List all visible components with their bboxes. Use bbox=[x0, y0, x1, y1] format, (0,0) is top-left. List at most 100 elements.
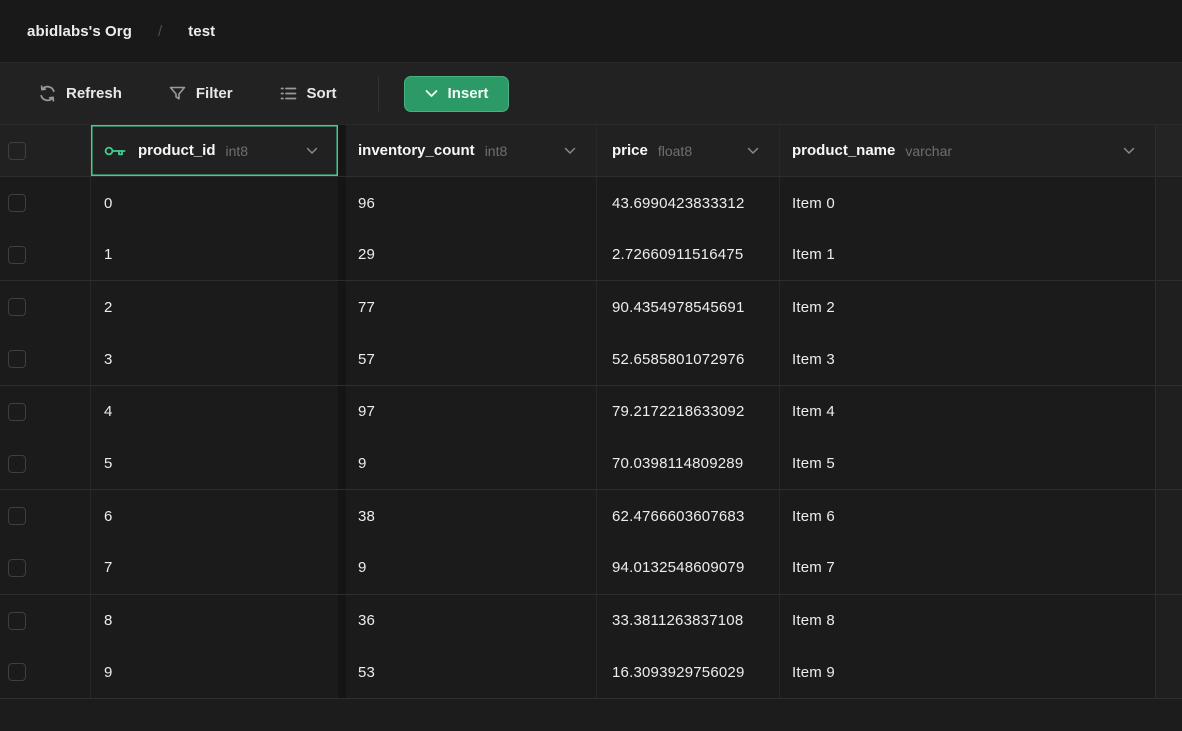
column-menu-chevron-icon[interactable] bbox=[564, 147, 596, 155]
row-select-cell bbox=[0, 647, 91, 698]
cell-product-name[interactable]: Item 4 bbox=[780, 386, 1155, 438]
insert-button[interactable]: Insert bbox=[404, 76, 510, 112]
row-checkbox[interactable] bbox=[8, 194, 26, 212]
refresh-icon bbox=[38, 84, 57, 103]
column-menu-chevron-icon[interactable] bbox=[747, 147, 779, 155]
cell-product-name[interactable]: Item 9 bbox=[780, 647, 1155, 698]
row-checkbox[interactable] bbox=[8, 559, 26, 577]
row-select-cell bbox=[0, 334, 91, 385]
cell-price[interactable]: 94.0132548609079 bbox=[597, 542, 780, 593]
cell-price[interactable]: 2.72660911516475 bbox=[597, 229, 780, 280]
cell-product-id[interactable]: 5 bbox=[91, 438, 338, 489]
row-checkbox[interactable] bbox=[8, 507, 26, 525]
cell-product-name[interactable]: Item 5 bbox=[780, 438, 1155, 489]
cell-inventory-count[interactable]: 57 bbox=[346, 334, 597, 385]
cell-price[interactable]: 52.6585801072976 bbox=[597, 334, 780, 385]
grid-empty-area bbox=[1155, 281, 1182, 333]
column-name: product_id bbox=[138, 142, 216, 159]
table-row: 2 77 90.4354978545691 Item 2 bbox=[0, 281, 1182, 333]
cell-inventory-count[interactable]: 9 bbox=[346, 438, 597, 489]
cell-product-name[interactable]: Item 2 bbox=[780, 281, 1155, 333]
column-resize-gap bbox=[338, 177, 346, 229]
cell-price[interactable]: 70.0398114809289 bbox=[597, 438, 780, 489]
column-header-inventory-count[interactable]: inventory_count int8 bbox=[346, 125, 597, 176]
data-grid: product_id int8 inventory_count int8 pri… bbox=[0, 125, 1182, 731]
row-select-cell bbox=[0, 438, 91, 489]
sort-button[interactable]: Sort bbox=[279, 84, 337, 103]
column-menu-chevron-icon[interactable] bbox=[1123, 147, 1155, 155]
column-menu-chevron-icon[interactable] bbox=[306, 147, 338, 155]
grid-empty-area bbox=[1155, 334, 1182, 385]
sort-label: Sort bbox=[307, 85, 337, 102]
column-resize-gap[interactable] bbox=[338, 125, 346, 176]
primary-key-icon bbox=[104, 143, 128, 159]
cell-inventory-count[interactable]: 36 bbox=[346, 595, 597, 647]
cell-product-id[interactable]: 7 bbox=[91, 542, 338, 593]
cell-price[interactable]: 43.6990423833312 bbox=[597, 177, 780, 229]
cell-product-id[interactable]: 8 bbox=[91, 595, 338, 647]
row-checkbox[interactable] bbox=[8, 663, 26, 681]
cell-inventory-count[interactable]: 38 bbox=[346, 490, 597, 542]
refresh-button[interactable]: Refresh bbox=[38, 84, 122, 103]
breadcrumb-table[interactable]: test bbox=[188, 23, 215, 40]
row-checkbox[interactable] bbox=[8, 350, 26, 368]
grid-body: 0 96 43.6990423833312 Item 0 1 29 2.7266… bbox=[0, 177, 1182, 699]
table-row: 8 36 33.3811263837108 Item 8 bbox=[0, 595, 1182, 647]
cell-product-name[interactable]: Item 3 bbox=[780, 334, 1155, 385]
filter-label: Filter bbox=[196, 85, 233, 102]
cell-product-id[interactable]: 9 bbox=[91, 647, 338, 698]
grid-header-row: product_id int8 inventory_count int8 pri… bbox=[0, 125, 1182, 177]
column-resize-gap bbox=[338, 281, 346, 333]
row-checkbox[interactable] bbox=[8, 612, 26, 630]
column-resize-gap bbox=[338, 334, 346, 385]
refresh-label: Refresh bbox=[66, 85, 122, 102]
column-resize-gap bbox=[338, 490, 346, 542]
cell-price[interactable]: 33.3811263837108 bbox=[597, 595, 780, 647]
top-bar: abidlabs's Org / test bbox=[0, 0, 1182, 62]
table-row: 5 9 70.0398114809289 Item 5 bbox=[0, 438, 1182, 490]
cell-inventory-count[interactable]: 97 bbox=[346, 386, 597, 438]
cell-price[interactable]: 79.2172218633092 bbox=[597, 386, 780, 438]
row-checkbox[interactable] bbox=[8, 455, 26, 473]
cell-inventory-count[interactable]: 53 bbox=[346, 647, 597, 698]
column-header-price[interactable]: price float8 bbox=[597, 125, 780, 176]
cell-inventory-count[interactable]: 77 bbox=[346, 281, 597, 333]
cell-product-name[interactable]: Item 8 bbox=[780, 595, 1155, 647]
cell-price[interactable]: 16.3093929756029 bbox=[597, 647, 780, 698]
row-checkbox[interactable] bbox=[8, 246, 26, 264]
cell-price[interactable]: 62.4766603607683 bbox=[597, 490, 780, 542]
row-select-cell bbox=[0, 542, 91, 593]
row-checkbox[interactable] bbox=[8, 403, 26, 421]
select-all-cell bbox=[0, 125, 91, 176]
row-select-cell bbox=[0, 595, 91, 647]
column-type: int8 bbox=[226, 143, 249, 159]
grid-empty-area bbox=[1155, 490, 1182, 542]
row-select-cell bbox=[0, 177, 91, 229]
filter-button[interactable]: Filter bbox=[168, 84, 233, 103]
cell-inventory-count[interactable]: 9 bbox=[346, 542, 597, 593]
insert-label: Insert bbox=[448, 85, 489, 102]
cell-product-id[interactable]: 6 bbox=[91, 490, 338, 542]
cell-inventory-count[interactable]: 96 bbox=[346, 177, 597, 229]
cell-inventory-count[interactable]: 29 bbox=[346, 229, 597, 280]
column-name: product_name bbox=[792, 142, 895, 159]
cell-product-name[interactable]: Item 1 bbox=[780, 229, 1155, 280]
select-all-checkbox[interactable] bbox=[8, 142, 26, 160]
table-row: 1 29 2.72660911516475 Item 1 bbox=[0, 229, 1182, 281]
cell-product-id[interactable]: 2 bbox=[91, 281, 338, 333]
cell-product-id[interactable]: 4 bbox=[91, 386, 338, 438]
grid-empty-area bbox=[1155, 595, 1182, 647]
row-checkbox[interactable] bbox=[8, 298, 26, 316]
cell-product-name[interactable]: Item 6 bbox=[780, 490, 1155, 542]
table-row: 4 97 79.2172218633092 Item 4 bbox=[0, 386, 1182, 438]
breadcrumb-org[interactable]: abidlabs's Org bbox=[27, 23, 132, 40]
cell-product-id[interactable]: 1 bbox=[91, 229, 338, 280]
cell-product-id[interactable]: 0 bbox=[91, 177, 338, 229]
cell-product-name[interactable]: Item 7 bbox=[780, 542, 1155, 593]
column-header-product-id[interactable]: product_id int8 bbox=[91, 125, 338, 176]
cell-product-id[interactable]: 3 bbox=[91, 334, 338, 385]
column-header-product-name[interactable]: product_name varchar bbox=[780, 125, 1155, 176]
sort-icon bbox=[279, 84, 298, 103]
cell-product-name[interactable]: Item 0 bbox=[780, 177, 1155, 229]
cell-price[interactable]: 90.4354978545691 bbox=[597, 281, 780, 333]
